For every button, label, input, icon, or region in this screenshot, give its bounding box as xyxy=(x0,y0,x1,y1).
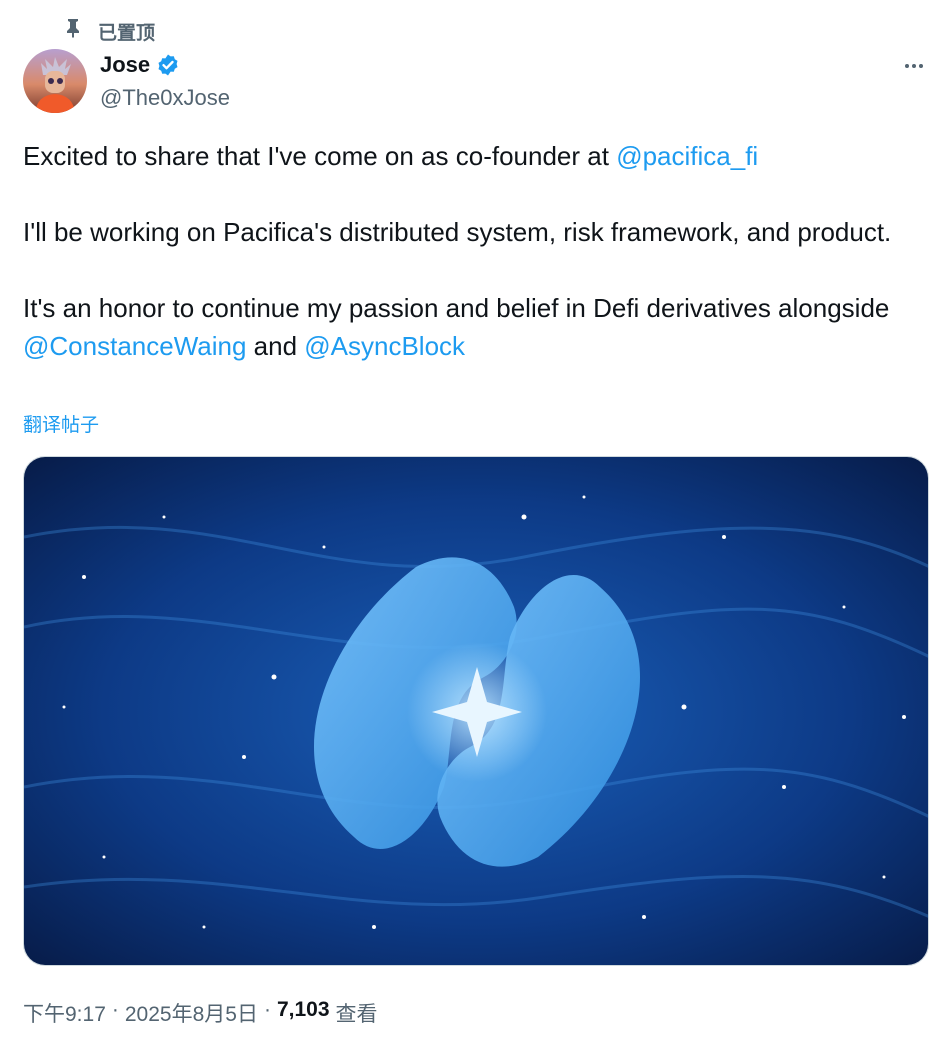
mention-pacifica[interactable]: @pacifica_fi xyxy=(616,141,758,171)
views-label: 查看 xyxy=(335,1003,378,1026)
meta-separator: · xyxy=(111,998,119,1021)
views-count: 7,103 xyxy=(276,998,330,1021)
text-span: Excited to share that I've come on as co… xyxy=(23,141,617,171)
text-span: and xyxy=(246,331,305,361)
pinned-label: 已置顶 xyxy=(98,22,156,44)
meta-separator: · xyxy=(263,998,271,1021)
avatar[interactable] xyxy=(23,49,87,113)
post-time[interactable]: 下午9:17 xyxy=(23,998,106,1028)
paragraph-1: Excited to share that I've come on as co… xyxy=(23,137,903,175)
mention-constance[interactable]: @ConstanceWaing xyxy=(23,331,246,361)
translate-post-link[interactable]: 翻译帖子 xyxy=(23,410,99,437)
more-options-icon[interactable] xyxy=(900,56,928,76)
verified-badge-icon xyxy=(156,53,180,77)
pin-icon xyxy=(64,18,82,44)
author-name[interactable]: Jose xyxy=(100,52,150,78)
post-text: Excited to share that I've come on as co… xyxy=(23,137,903,365)
pinned-indicator: 已置顶 xyxy=(64,18,155,44)
mention-asyncblock[interactable]: @AsyncBlock xyxy=(304,331,465,361)
paragraph-2: I'll be working on Pacifica's distribute… xyxy=(23,217,892,247)
post-date[interactable]: 2025年8月5日 xyxy=(125,998,258,1028)
paragraph-3: It's an honor to continue my passion and… xyxy=(23,289,903,365)
post-meta: 下午9:17 · 2025年8月5日 · 7,103 查看 xyxy=(23,998,378,1028)
post-image[interactable] xyxy=(23,456,929,966)
author-handle[interactable]: @The0xJose xyxy=(100,85,230,111)
text-span: It's an honor to continue my passion and… xyxy=(23,293,890,323)
